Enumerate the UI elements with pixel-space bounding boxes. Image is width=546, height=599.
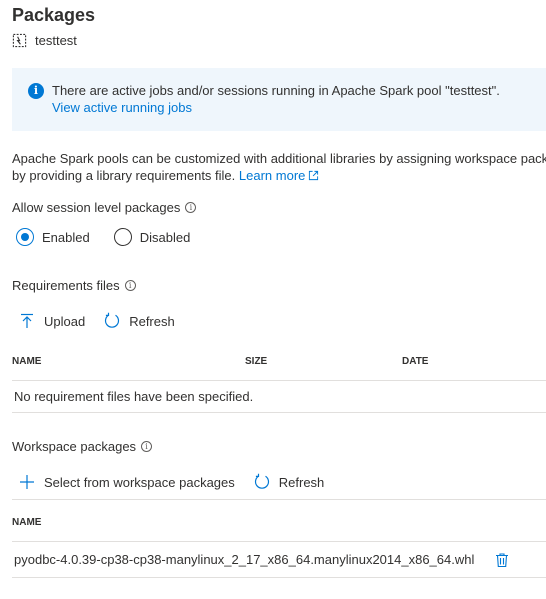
requirements-files-title: Requirements files — [12, 278, 120, 293]
empty-message: No requirement files have been specified… — [14, 389, 254, 404]
radio-enabled[interactable]: Enabled — [16, 228, 90, 246]
info-icon[interactable]: i — [141, 441, 153, 452]
column-header-date: DATE — [402, 356, 429, 367]
radio-disabled-label: Disabled — [139, 229, 191, 245]
trash-icon[interactable] — [494, 552, 510, 568]
workspace-table-header: NAME — [12, 502, 546, 542]
upload-icon — [21, 313, 33, 328]
refresh-icon — [254, 473, 269, 489]
pool-name: testtest — [35, 33, 77, 48]
learn-more-label: Learn more — [238, 168, 306, 183]
external-link-icon — [309, 170, 319, 181]
info-icon: i — [28, 83, 44, 99]
column-header-size: SIZE — [245, 356, 268, 367]
column-header-name: NAME — [12, 356, 42, 367]
description-line-2: by providing a library requirements file… — [12, 167, 546, 184]
requirements-refresh-button[interactable]: Refresh — [101, 312, 177, 330]
pool-description: Apache Spark pools can be customized wit… — [12, 150, 546, 184]
pool-indicator: testtest — [12, 33, 77, 48]
workspace-packages-label: Workspace packages i — [12, 439, 153, 454]
refresh-icon — [105, 312, 120, 328]
description-line-1: Apache Spark pools can be customized wit… — [12, 151, 546, 166]
package-name: pyodbc-4.0.39-cp38-cp38-manylinux_2_17_x… — [14, 552, 475, 567]
add-icon — [20, 475, 34, 489]
workspace-packages-title: Workspace packages — [12, 439, 137, 454]
upload-label: Upload — [44, 313, 86, 329]
info-icon[interactable]: i — [185, 202, 197, 213]
select-workspace-packages-button[interactable]: Select from workspace packages — [16, 473, 237, 491]
active-jobs-banner: i There are active jobs and/or sessions … — [12, 68, 546, 131]
info-icon[interactable]: i — [124, 280, 136, 291]
page-title: Packages — [12, 5, 96, 25]
workspace-refresh-label: Refresh — [278, 474, 325, 490]
divider — [12, 499, 546, 500]
session-packages-radio-group: Enabled Disabled — [16, 228, 190, 246]
upload-button[interactable]: Upload — [16, 312, 87, 330]
learn-more-link[interactable]: Learn more — [239, 168, 319, 183]
radio-enabled-label: Enabled — [42, 229, 90, 245]
table-row[interactable]: pyodbc-4.0.39-cp38-cp38-manylinux_2_17_x… — [12, 544, 546, 578]
radio-disabled-indicator[interactable] — [113, 228, 132, 246]
description-line-2-text: by providing a library requirements file… — [12, 168, 236, 183]
workspace-packages-toolbar: Select from workspace packages Refresh — [16, 473, 326, 491]
radio-disabled[interactable]: Disabled — [113, 228, 191, 246]
radio-enabled-indicator[interactable] — [16, 228, 34, 246]
requirements-table-header: NAME SIZE DATE — [12, 341, 546, 381]
select-workspace-packages-label: Select from workspace packages — [44, 474, 235, 490]
workspace-refresh-button[interactable]: Refresh — [251, 473, 327, 491]
refresh-label: Refresh — [129, 313, 175, 329]
spark-pool-icon — [12, 33, 27, 48]
requirements-empty-row: No requirement files have been specified… — [12, 381, 546, 413]
banner-message: There are active jobs and/or sessions ru… — [52, 83, 500, 98]
view-active-jobs-link[interactable]: View active running jobs — [52, 100, 192, 115]
session-packages-title: Allow session level packages — [12, 200, 181, 215]
column-header-name: NAME — [12, 517, 42, 528]
session-packages-label: Allow session level packages i — [12, 200, 197, 215]
requirements-toolbar: Upload Refresh — [16, 312, 177, 330]
requirements-files-label: Requirements files i — [12, 278, 136, 293]
